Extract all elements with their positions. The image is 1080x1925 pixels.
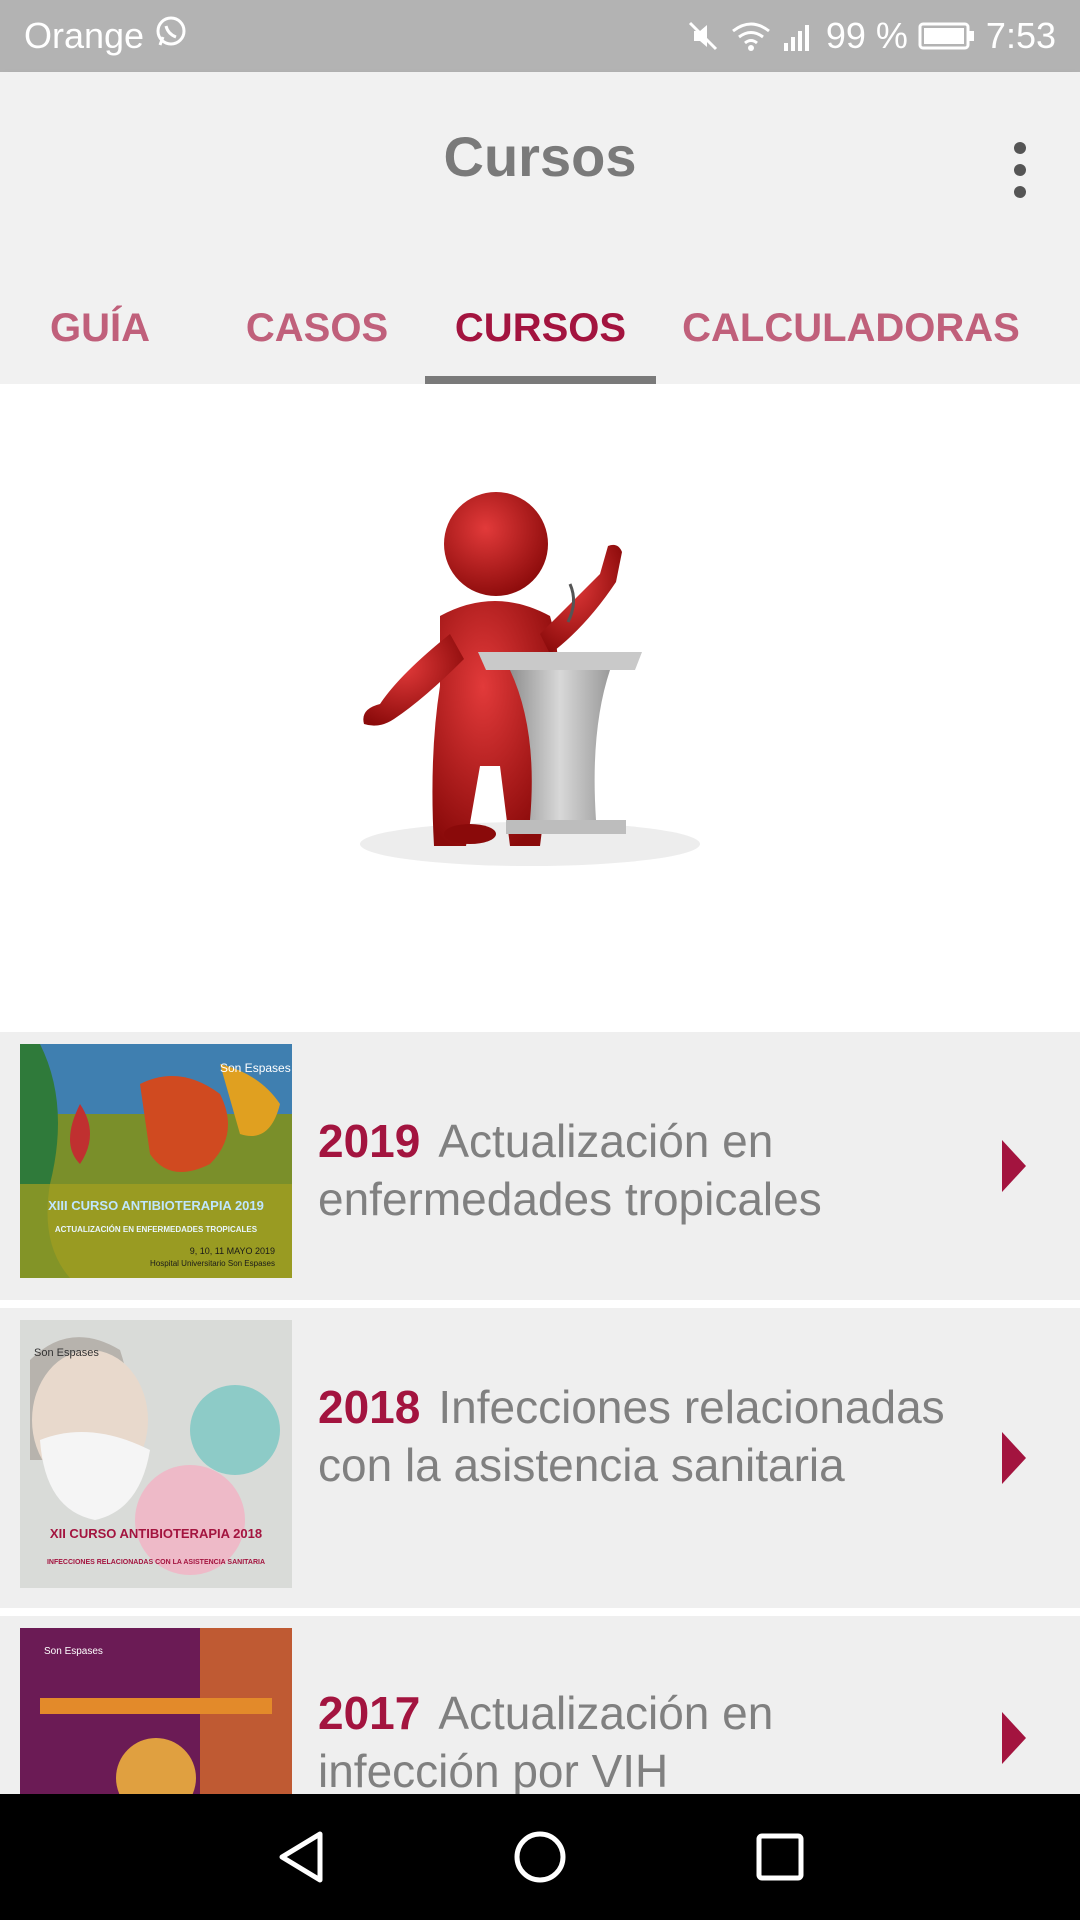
chevron-right-icon (1002, 1432, 1026, 1484)
status-left: Orange (24, 15, 188, 58)
course-year: 2018 (318, 1381, 421, 1433)
status-bar: Orange 99 % 7:53 (0, 0, 1080, 72)
page-title: Cursos (443, 125, 637, 188)
poster-heading: XII CURSO ANTIBIOTERAPIA 2018 (50, 1526, 262, 1541)
list-item[interactable]: Son Espases 2017 Actualización en infecci… (0, 1616, 1080, 1797)
course-poster-2019: Son Espases XIII CURSO ANTIBIOTERAPIA 20… (20, 1044, 292, 1278)
tab-calculadoras[interactable]: CALCULADORAS (668, 272, 1034, 384)
tab-bar: GUÍA CASOS CURSOS CALCULADORAS (0, 272, 1080, 384)
chevron-right-icon (1002, 1140, 1026, 1192)
signal-icon (782, 19, 816, 53)
mute-icon (686, 19, 720, 53)
course-poster-2018: Son Espases XII CURSO ANTIBIOTERAPIA 201… (20, 1320, 292, 1588)
system-nav-bar (0, 1794, 1080, 1920)
app-bar: Cursos GUÍA CASOS CURSOS CALCULADORAS (0, 72, 1080, 384)
course-poster-2017: Son Espases (20, 1628, 292, 1794)
list-item[interactable]: Son Espases XII CURSO ANTIBIOTERAPIA 201… (0, 1308, 1080, 1608)
battery-percent: 99 % (825, 15, 908, 56)
poster-brand: Son Espases (34, 1347, 99, 1359)
carrier-label: Orange (24, 15, 145, 56)
poster-venue: Hospital Universitario Son Espases (150, 1259, 275, 1268)
poster-brand: Son Espases (44, 1646, 103, 1657)
tab-guia[interactable]: GUÍA (0, 272, 200, 384)
course-title: 2017 Actualización en infección por VIH (318, 1684, 958, 1800)
clock: 7:53 (985, 15, 1056, 56)
back-triangle-icon[interactable] (279, 1831, 323, 1883)
chevron-right-icon (1002, 1712, 1026, 1764)
poster-subheading: ACTUALIZACIÓN EN ENFERMEDADES TROPICALES (55, 1225, 258, 1234)
tab-casos[interactable]: CASOS (212, 272, 422, 384)
course-title: 2019 Actualización en enfermedades tropic… (318, 1112, 958, 1228)
battery-icon (918, 21, 976, 51)
course-title: 2018 Infecciones relacionadas con la asis… (318, 1378, 958, 1494)
course-year: 2017 (318, 1687, 421, 1739)
poster-subheading: INFECCIONES RELACIONADAS CON LA ASISTENC… (47, 1559, 265, 1566)
poster-heading: XIII CURSO ANTIBIOTERAPIA 2019 (48, 1198, 264, 1213)
wifi-icon (730, 19, 772, 53)
whatsapp-icon (154, 15, 188, 58)
poster-dates: 9, 10, 11 MAYO 2019 (190, 1246, 275, 1256)
status-right: 99 % 7:53 (686, 15, 1056, 57)
home-circle-icon[interactable] (514, 1831, 566, 1883)
recents-square-icon[interactable] (756, 1833, 804, 1881)
hero-illustration (0, 384, 1080, 1032)
tab-cursos[interactable]: CURSOS (425, 272, 656, 384)
active-tab-indicator (425, 376, 656, 384)
more-vert-icon[interactable] (1000, 128, 1040, 212)
list-item[interactable]: Son Espases XIII CURSO ANTIBIOTERAPIA 20… (0, 1032, 1080, 1300)
poster-brand: Son Espases (220, 1061, 291, 1075)
presenter-icon (360, 492, 700, 866)
course-year: 2019 (318, 1115, 421, 1167)
